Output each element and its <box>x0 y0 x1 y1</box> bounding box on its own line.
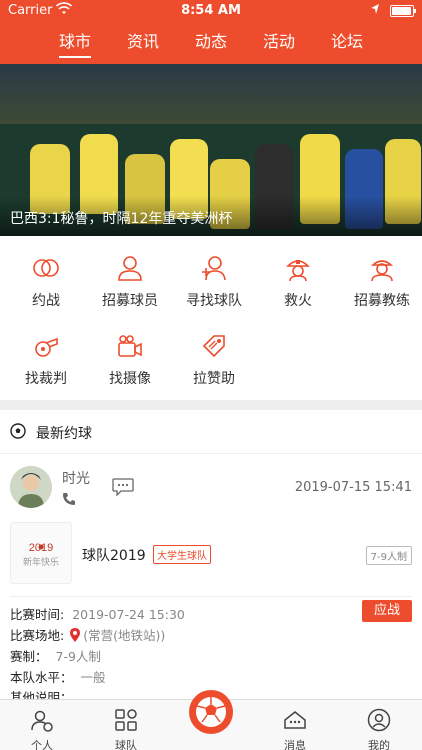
tab-team[interactable]: 球队 <box>84 700 168 750</box>
phone-icon[interactable] <box>62 492 76 506</box>
action-label: 拉赞助 <box>193 371 235 387</box>
banner-crowd <box>0 64 422 124</box>
action-label: 救火 <box>284 293 312 309</box>
news-banner[interactable]: 巴西3:1秘鲁，时隔12年重夺美洲杯 <box>0 64 422 236</box>
team-logo[interactable]: 2019 新年快乐 <box>10 522 72 584</box>
tab-messages[interactable]: 消息 <box>253 700 337 750</box>
action-label: 约战 <box>32 293 60 309</box>
action-label: 找裁判 <box>25 371 67 387</box>
field-label: 比赛场地: <box>10 628 65 643</box>
location-arrow-icon <box>371 4 379 14</box>
field-label: 比赛时间: <box>10 607 65 622</box>
tab-events[interactable]: 活动 <box>245 22 313 64</box>
action-find-camera[interactable]: 找摄像 <box>88 318 172 390</box>
team-name[interactable]: 球队2019 <box>82 545 146 565</box>
banner-caption: 巴西3:1秘鲁，时隔12年重夺美洲杯 <box>10 211 233 227</box>
bottom-tab-bar: 个人 球队 消息 我的 <box>0 690 422 750</box>
action-firefight[interactable]: 救火 <box>256 240 340 312</box>
camera-icon <box>118 335 142 357</box>
person-soccer-icon <box>31 710 53 732</box>
whistle-icon <box>35 337 58 357</box>
soccer-ball-icon <box>10 423 26 439</box>
format-badge: 7-9人制 <box>365 546 412 565</box>
action-challenge[interactable]: 约战 <box>4 240 88 312</box>
field-value: 2019-07-24 15:30 <box>72 607 185 622</box>
tab-moments[interactable]: 动态 <box>177 22 245 64</box>
status-bar: Carrier 8:54 AM <box>0 0 422 22</box>
battery-icon <box>390 5 416 17</box>
tab-forum[interactable]: 论坛 <box>313 22 381 64</box>
field-label: 本队水平： <box>10 670 73 685</box>
tab-news[interactable]: 资讯 <box>109 22 177 64</box>
chat-icon[interactable] <box>112 478 134 496</box>
latest-matches-header: 最新约球 <box>0 410 422 454</box>
team-tag: 大学生球队 <box>153 545 211 564</box>
team-grid-icon <box>115 709 137 731</box>
tab-market[interactable]: 球市 <box>41 22 109 64</box>
top-nav: 球市 资讯 动态 活动 论坛 <box>0 22 422 64</box>
center-action-button[interactable] <box>189 690 233 734</box>
person-add-icon <box>202 256 226 281</box>
location-pin-icon[interactable] <box>70 628 81 642</box>
profile-icon <box>367 708 391 732</box>
match-format-row: 赛制： 7-9人制 <box>10 646 101 665</box>
action-recruit-players[interactable]: 招募球员 <box>88 240 172 312</box>
quick-actions: 约战 招募球员 寻找球队 救火 招募教练 找裁判 找摄像 拉赞助 <box>0 236 422 400</box>
section-divider <box>0 400 422 410</box>
tab-label: 消息 <box>284 739 306 750</box>
field-label: 赛制： <box>10 649 48 664</box>
team-level-row: 本队水平： 一般 <box>10 667 106 686</box>
avatar[interactable] <box>10 466 52 508</box>
clock: 8:54 AM <box>181 3 241 18</box>
post-time: 2019-07-15 15:41 <box>294 480 412 495</box>
rings-icon <box>33 259 59 277</box>
message-icon <box>284 711 306 729</box>
action-recruit-coach[interactable]: 招募教练 <box>340 240 422 312</box>
sponsor-tag-icon <box>202 335 225 358</box>
section-title: 最新约球 <box>36 426 92 442</box>
avatar-image <box>10 466 52 508</box>
action-find-team[interactable]: 寻找球队 <box>172 240 256 312</box>
action-label: 招募教练 <box>354 293 410 309</box>
tab-label: 球队 <box>115 739 137 750</box>
action-label: 寻找球队 <box>186 293 242 309</box>
field-value: 7-9人制 <box>55 649 101 664</box>
action-label: 找摄像 <box>109 371 151 387</box>
action-label: 招募球员 <box>102 293 158 309</box>
field-value[interactable]: (常营(地铁站)) <box>83 628 165 643</box>
tab-label: 我的 <box>368 739 390 750</box>
firefighter-icon <box>286 260 310 282</box>
person-icon <box>118 256 142 281</box>
action-find-referee[interactable]: 找裁判 <box>4 318 88 390</box>
action-sponsorship[interactable]: 拉赞助 <box>172 318 256 390</box>
match-time-row: 比赛时间: 2019-07-24 15:30 <box>10 604 185 623</box>
tab-personal[interactable]: 个人 <box>0 700 84 750</box>
user-name[interactable]: 时光 <box>62 468 90 488</box>
accept-challenge-button[interactable]: 应战 <box>362 600 412 622</box>
tab-mine[interactable]: 我的 <box>337 700 421 750</box>
coach-icon <box>370 260 394 282</box>
match-venue-row: 比赛场地: (常营(地铁站)) <box>10 625 165 644</box>
tab-label: 个人 <box>31 739 53 750</box>
logo-subtext: 新年快乐 <box>23 556 59 568</box>
soccer-ball-icon <box>196 697 226 727</box>
field-value: 一般 <box>80 670 106 685</box>
